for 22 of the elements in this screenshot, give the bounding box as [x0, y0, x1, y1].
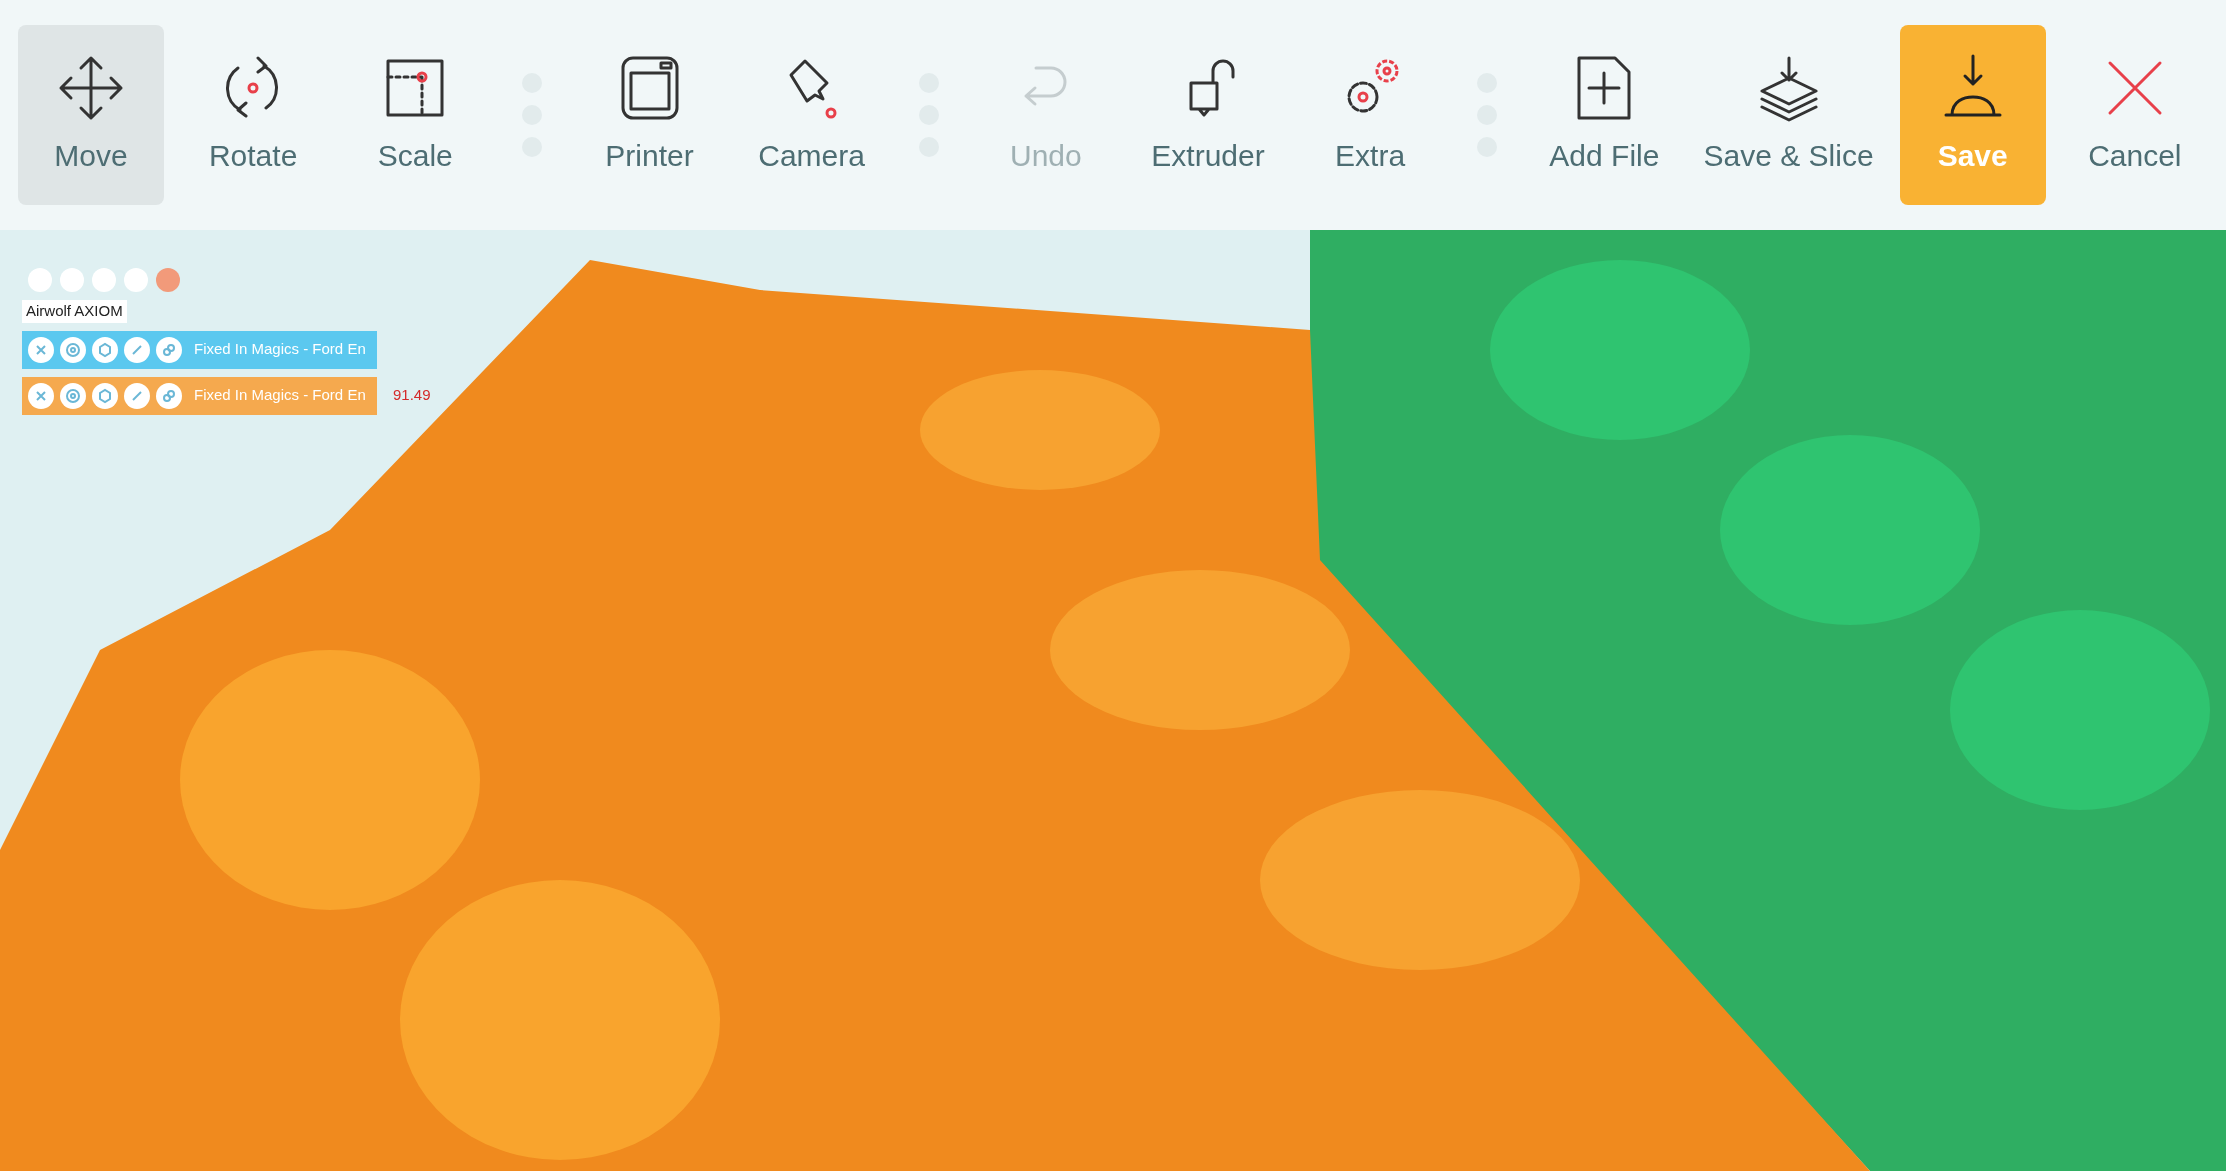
link-icon[interactable]: [156, 336, 182, 363]
toolbar-button[interactable]: Printer: [576, 25, 723, 205]
eye-icon[interactable]: [60, 382, 86, 409]
cube-icon[interactable]: [92, 336, 118, 363]
toolbar-button[interactable]: Rotate: [180, 25, 327, 205]
toolbar-button[interactable]: Extruder: [1135, 25, 1281, 205]
toolbar-button[interactable]: Move: [18, 25, 164, 205]
toolbar-button[interactable]: Scale: [342, 25, 489, 205]
dimension-reading: 91.49: [393, 385, 431, 406]
toolbar-button[interactable]: Save & Slice: [1693, 25, 1884, 205]
toolbar-button[interactable]: Extra: [1297, 25, 1444, 205]
delete-icon[interactable]: [28, 382, 54, 409]
cube-icon[interactable]: [92, 382, 118, 409]
printer-name-label: Airwolf AXIOM: [22, 300, 127, 323]
pen-icon[interactable]: [124, 336, 150, 363]
pen-icon[interactable]: [124, 382, 150, 409]
toolbar-button[interactable]: Add File: [1531, 25, 1678, 205]
toolbar-button[interactable]: Cancel: [2061, 25, 2208, 205]
eye-icon[interactable]: [60, 336, 86, 363]
delete-icon[interactable]: [28, 336, 54, 363]
link-icon[interactable]: [156, 382, 182, 409]
toolbar-button[interactable]: Camera: [738, 25, 885, 205]
